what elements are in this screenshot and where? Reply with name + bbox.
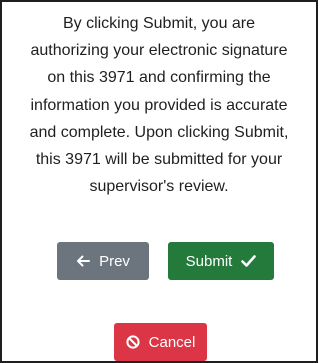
message-line: this 3971 will be submitted for your [35,151,283,169]
cancel-button-label: Cancel [148,333,196,351]
confirmation-message: By clicking Submit, you are authorizing … [10,10,308,200]
message-line: on this 3971 and confirming the [47,69,271,87]
prev-button[interactable]: Prev [57,242,149,280]
ban-icon [126,335,140,349]
submit-button-label: Submit [185,252,233,270]
check-icon [241,255,257,267]
confirmation-dialog: By clicking Submit, you are authorizing … [0,0,318,363]
message-line: authorizing your electronic signature [30,42,288,60]
message-line: supervisor's review. [89,178,229,196]
message-line: and complete. Upon clicking Submit, [29,123,289,141]
prev-button-label: Prev [99,252,130,270]
submit-button[interactable]: Submit [168,242,274,280]
cancel-button[interactable]: Cancel [114,323,207,361]
message-line: information you provided is accurate [30,96,288,114]
message-line: By clicking Submit, you are [62,15,256,32]
arrow-left-icon [76,255,91,267]
